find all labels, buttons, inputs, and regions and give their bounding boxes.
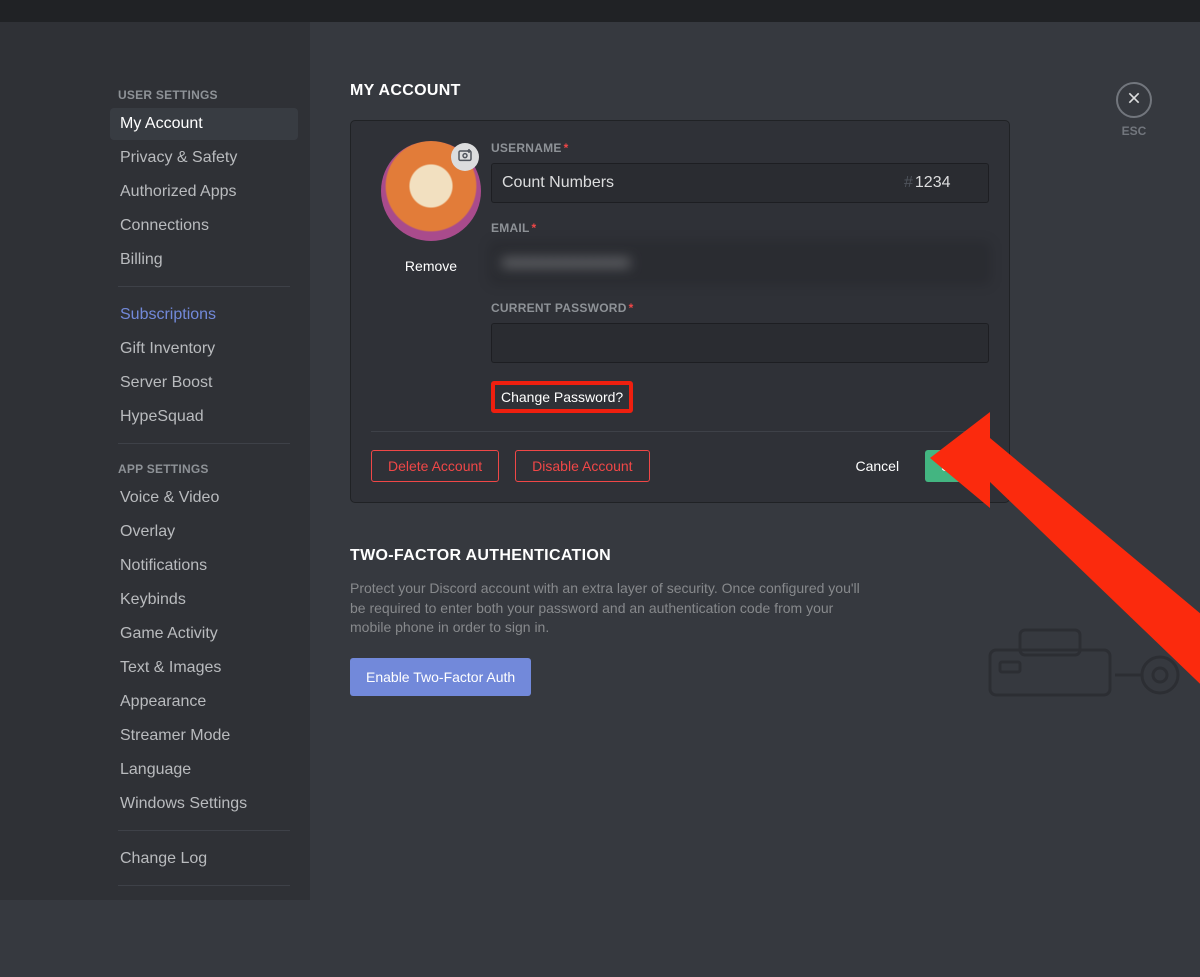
sidebar-item-gift-inventory[interactable]: Gift Inventory xyxy=(110,333,298,365)
avatar-upload-button[interactable] xyxy=(451,143,479,171)
annotation-highlight: Change Password? xyxy=(491,381,633,413)
sidebar-item-streamer-mode[interactable]: Streamer Mode xyxy=(110,720,298,752)
page-title: MY ACCOUNT xyxy=(350,82,1010,100)
discriminator-box: #1234 xyxy=(894,163,989,203)
sidebar-item-connections[interactable]: Connections xyxy=(110,210,298,242)
sidebar-item-my-account[interactable]: My Account xyxy=(110,108,298,140)
settings-sidebar: USER SETTINGS My Account Privacy & Safet… xyxy=(0,22,310,900)
close-icon xyxy=(1126,90,1142,111)
username-input[interactable] xyxy=(491,163,894,203)
account-fields: USERNAME* #1234 EMAIL* xyxy=(491,141,989,413)
sidebar-item-hypesquad[interactable]: HypeSquad xyxy=(110,401,298,433)
delete-account-button[interactable]: Delete Account xyxy=(371,450,499,482)
sidebar-item-text-images[interactable]: Text & Images xyxy=(110,652,298,684)
email-input[interactable] xyxy=(491,243,989,283)
sidebar-item-windows-settings[interactable]: Windows Settings xyxy=(110,788,298,820)
two-factor-title: TWO-FACTOR AUTHENTICATION xyxy=(350,547,870,565)
sidebar-item-authorized-apps[interactable]: Authorized Apps xyxy=(110,176,298,208)
account-actions: Delete Account Disable Account Cancel Sa… xyxy=(371,450,989,482)
close-button-wrapper: ESC xyxy=(1116,82,1152,138)
sidebar-item-voice-video[interactable]: Voice & Video xyxy=(110,482,298,514)
decorative-illustration xyxy=(980,620,1200,705)
sidebar-item-keybinds[interactable]: Keybinds xyxy=(110,584,298,616)
sidebar-item-overlay[interactable]: Overlay xyxy=(110,516,298,548)
sidebar-item-privacy-safety[interactable]: Privacy & Safety xyxy=(110,142,298,174)
username-label: USERNAME* xyxy=(491,141,989,155)
sidebar-item-change-log[interactable]: Change Log xyxy=(110,843,298,875)
save-button[interactable]: Save xyxy=(925,450,989,482)
change-password-link[interactable]: Change Password? xyxy=(495,385,629,409)
email-label: EMAIL* xyxy=(491,221,989,235)
sidebar-item-appearance[interactable]: Appearance xyxy=(110,686,298,718)
cancel-button[interactable]: Cancel xyxy=(839,450,915,482)
hash-icon: # xyxy=(904,174,913,192)
sidebar-item-billing[interactable]: Billing xyxy=(110,244,298,276)
close-button[interactable] xyxy=(1116,82,1152,118)
settings-layout: USER SETTINGS My Account Privacy & Safet… xyxy=(0,22,1200,900)
card-separator xyxy=(371,431,989,432)
disable-account-button[interactable]: Disable Account xyxy=(515,450,649,482)
sidebar-item-game-activity[interactable]: Game Activity xyxy=(110,618,298,650)
sidebar-item-subscriptions[interactable]: Subscriptions xyxy=(110,299,298,331)
settings-content: ESC MY ACCOUNT xyxy=(310,22,1200,900)
sidebar-item-notifications[interactable]: Notifications xyxy=(110,550,298,582)
close-esc-label: ESC xyxy=(1116,124,1152,138)
current-password-label: CURRENT PASSWORD* xyxy=(491,301,989,315)
upload-image-icon xyxy=(457,147,473,168)
sidebar-item-language[interactable]: Language xyxy=(110,754,298,786)
sidebar-header-app-settings: APP SETTINGS xyxy=(110,456,298,482)
current-password-input[interactable] xyxy=(491,323,989,363)
avatar-column: Remove xyxy=(371,141,491,413)
sidebar-separator xyxy=(118,286,290,287)
sidebar-separator xyxy=(118,443,290,444)
two-factor-section: TWO-FACTOR AUTHENTICATION Protect your D… xyxy=(350,547,870,696)
discriminator-value: 1234 xyxy=(915,174,951,192)
sidebar-separator xyxy=(118,885,290,886)
enable-two-factor-button[interactable]: Enable Two-Factor Auth xyxy=(350,658,531,696)
sidebar-separator xyxy=(118,830,290,831)
remove-avatar-link[interactable]: Remove xyxy=(405,258,457,274)
window-titlebar xyxy=(0,0,1200,22)
two-factor-description: Protect your Discord account with an ext… xyxy=(350,579,870,638)
sidebar-item-server-boost[interactable]: Server Boost xyxy=(110,367,298,399)
sidebar-header-user-settings: USER SETTINGS xyxy=(110,82,298,108)
account-card: Remove USERNAME* #1234 xyxy=(350,120,1010,503)
